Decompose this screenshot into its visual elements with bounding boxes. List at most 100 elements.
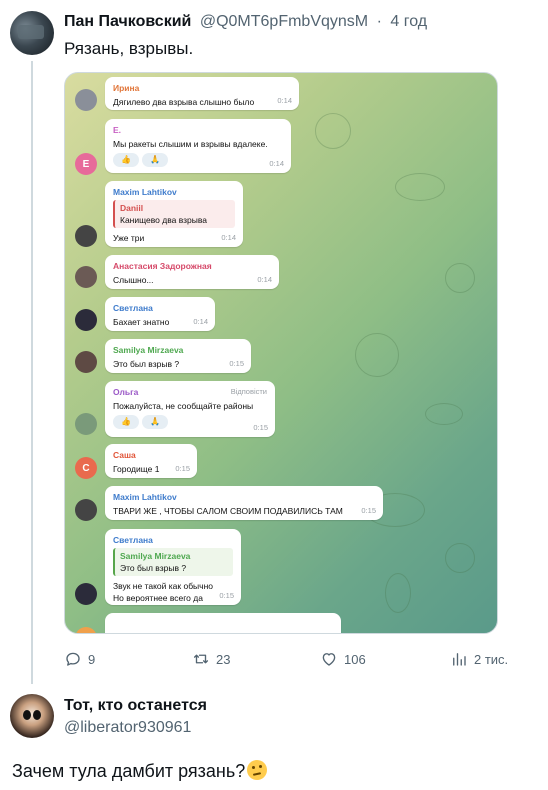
sender-avatar[interactable] [75,89,97,111]
retweet-icon [193,654,209,664]
sender-avatar[interactable] [75,583,97,605]
reaction-praying-hands[interactable]: 🙏 [142,153,168,167]
message-text: Дягилево два взрыва слышно было [113,97,255,107]
author-name[interactable]: Пан Пачковский [64,13,191,30]
bar-chart-icon [453,653,466,666]
view-count: 2 тис. [474,651,509,667]
speech-bubble-icon [66,652,80,666]
author-handle[interactable]: @liberator930961 [64,719,191,737]
tweet-header: Пан Пачковский @Q0MT6pFmbVqynsM · 4 год [64,13,427,31]
message-time: 0:15 [361,506,376,515]
message-text: ТВАРИ ЖЕ , ЧТОБЫ САЛОМ СВОИМ ПОДАВИЛИСЬ … [113,506,343,516]
sender-name[interactable]: Светлана [113,534,233,546]
chat-message: Samilya Mirzaeva Это был взрыв ? 0:15 [105,339,251,373]
sender-avatar[interactable] [75,627,97,633]
separator-dot: · [376,13,382,30]
message-text: Мы ракеты слышим и взрывы вдалеке. [113,139,268,149]
chat-message: Анастасия Задорожная Слышно... 0:14 [105,255,279,289]
heart-icon [322,653,336,666]
chat-message: Ольга Відповісти Пожалуйста, не сообщайт… [105,381,275,437]
author-avatar[interactable] [10,11,54,55]
tweet-text: Рязань, взрывы. [64,39,194,58]
chat-message: Светлана Samilya Mirzaeva Это был взрыв … [105,529,241,605]
background-doodle [395,173,445,201]
retweet-button[interactable]: 23 [192,650,230,668]
reaction-thumbs-up[interactable]: 👍 [113,153,139,167]
message-time: 0:14 [277,96,292,105]
like-button[interactable]: 106 [320,650,366,668]
reply-link[interactable]: Відповісти [231,386,267,398]
sender-avatar[interactable]: Е [75,153,97,175]
thinking-face-emoji [247,760,268,780]
chat-message: Ирина Дягилево два взрыва слышно было 0:… [105,77,299,110]
sender-avatar[interactable]: С [75,457,97,479]
sender-avatar[interactable] [75,351,97,373]
message-time: 0:14 [193,317,208,326]
reaction-thumbs-up[interactable]: 👍 [113,415,139,429]
chat-message: Maxim Lahtikov ТВАРИ ЖЕ , ЧТОБЫ САЛОМ СВ… [105,486,383,520]
reactions: 👍 🙏 [113,415,267,429]
message-text-line: Но вероятнее всего да [113,593,203,603]
sender-name[interactable]: Саша [113,449,189,461]
chat-message: Е. Мы ракеты слышим и взрывы вдалеке. 👍 … [105,119,291,173]
tweet-text: Зачем тула дамбит рязань? [12,760,268,782]
reply-button[interactable]: 9 [64,650,95,668]
message-text: Это был взрыв ? [113,359,180,369]
reply-sender: Daniil [120,203,144,213]
avatar-eye [33,710,41,720]
views-button[interactable]: 2 тис. [450,650,508,668]
retweet-count: 23 [216,651,231,667]
sender-avatar[interactable] [75,266,97,288]
sender-name[interactable]: Анастасия Задорожная [113,260,271,272]
sender-name[interactable]: Е. [113,124,283,136]
reaction-praying-hands[interactable]: 🙏 [142,415,168,429]
chat-message: Саша Городище 1 0:15 [105,444,197,478]
tweet-text-content: Зачем тула дамбит рязань? [12,761,246,781]
background-doodle [385,573,411,613]
reply-text: Канищево два взрыва [120,215,208,225]
thread-line [31,61,33,684]
author-handle[interactable]: @Q0MT6pFmbVqynsM [200,13,368,30]
like-count: 106 [344,651,366,667]
sender-avatar[interactable] [75,309,97,331]
sender-avatar[interactable] [75,225,97,247]
message-text: Слышно... [113,275,154,285]
message-time: 0:15 [229,359,244,368]
background-doodle [355,333,399,377]
message-text: Уже три [113,233,145,243]
chat-message: Maxim Lahtikov Daniil Канищево два взрыв… [105,181,243,247]
sender-name[interactable]: Maxim Lahtikov [113,491,375,503]
sender-avatar[interactable] [75,499,97,521]
tweet-timestamp[interactable]: 4 год [390,13,427,30]
background-doodle [445,263,475,293]
message-time: 0:15 [253,423,268,432]
background-doodle [315,113,351,149]
chat-message: Светлана Бахает знатно 0:14 [105,297,215,331]
message-time: 0:14 [269,159,284,168]
message-time: 0:15 [175,464,190,473]
message-time: 0:14 [221,233,236,242]
sender-avatar[interactable] [75,413,97,435]
message-text: Пожалуйста, не сообщайте районы [113,401,254,411]
message-text-line: Звук не такой как обычно [113,581,214,591]
sender-name[interactable]: Maxim Lahtikov [113,186,235,198]
reply-quote[interactable]: Samilya Mirzaeva Это был взрыв ? [113,548,233,576]
chat-message-partial [105,613,341,633]
reply-text: Это был взрыв ? [120,563,187,573]
reply-sender: Samilya Mirzaeva [120,551,191,561]
avatar-eye [23,710,31,720]
message-time: 0:15 [219,591,234,600]
author-avatar[interactable] [10,694,54,738]
tweet-media-image[interactable]: Ирина Дягилево два взрыва слышно было 0:… [64,72,498,634]
sender-name[interactable]: Samilya Mirzaeva [113,344,243,356]
tweet-actions: 9 23 106 2 тис. [64,650,524,670]
background-doodle [445,543,475,573]
sender-name[interactable]: Ирина [113,82,291,94]
sender-name[interactable]: Светлана [113,302,207,314]
reply-quote[interactable]: Daniil Канищево два взрыва [113,200,235,228]
message-time: 0:14 [257,275,272,284]
author-name[interactable]: Тот, кто останется [64,697,207,715]
background-doodle [425,403,463,425]
reactions: 👍 🙏 [113,153,283,167]
reply-count: 9 [88,651,96,667]
